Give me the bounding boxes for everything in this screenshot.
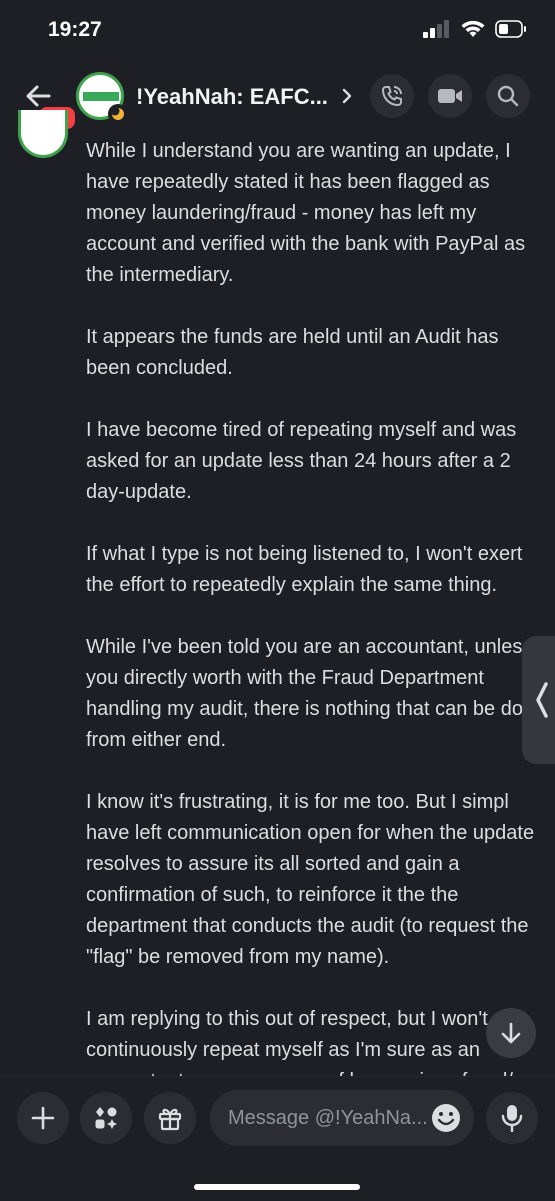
message-input-placeholder: Message @!YeahNa...	[228, 1107, 428, 1129]
message-paragraph: I have become tired of repeating myself …	[86, 419, 517, 503]
emoji-icon[interactable]	[430, 1102, 462, 1134]
chevron-right-icon[interactable]	[340, 84, 354, 108]
message-paragraph: While I've been told you are an accounta…	[86, 636, 546, 751]
video-call-button[interactable]	[428, 74, 472, 118]
message-composer: Message @!YeahNa...	[0, 1076, 555, 1201]
message-content: While I understand you are wanting an up…	[86, 136, 546, 1076]
status-time: 19:27	[48, 18, 102, 41]
idle-status-icon	[108, 104, 128, 124]
message-paragraph: If what I type is not being listened to,…	[86, 543, 523, 596]
signal-icon	[423, 20, 449, 38]
chevron-left-icon	[536, 682, 548, 718]
message-input[interactable]: Message @!YeahNa...	[210, 1090, 474, 1146]
call-button[interactable]	[370, 74, 414, 118]
drawer-handle[interactable]	[522, 636, 555, 764]
gift-icon	[158, 1108, 182, 1131]
add-attachment-button[interactable]	[17, 1092, 69, 1144]
home-indicator[interactable]	[194, 1184, 360, 1190]
message-paragraph: I know it's frustrating, it is for me to…	[86, 791, 535, 968]
battery-icon	[495, 20, 526, 38]
voice-message-button[interactable]	[486, 1092, 538, 1144]
message-paragraph: While I understand you are wanting an up…	[86, 140, 526, 286]
microphone-icon	[501, 1105, 523, 1132]
status-bar: 19:27	[0, 0, 555, 62]
phone-icon	[381, 86, 402, 107]
plus-icon	[31, 1106, 55, 1130]
message-paragraph: It appears the funds are held until an A…	[86, 326, 499, 379]
apps-button[interactable]	[80, 1092, 132, 1144]
channel-title[interactable]: !YeahNah: EAFC...	[136, 84, 328, 110]
chat-header: 99 !YeahNah: EAFC...	[0, 62, 555, 132]
message-author-avatar[interactable]	[18, 110, 68, 158]
wifi-icon	[461, 20, 485, 37]
scroll-to-bottom-button[interactable]	[486, 1008, 536, 1058]
search-button[interactable]	[486, 74, 530, 118]
arrow-down-icon	[501, 1022, 521, 1044]
status-icons	[423, 20, 527, 38]
message-paragraph: I am replying to this out of respect, bu…	[86, 1008, 513, 1076]
gift-button[interactable]	[144, 1092, 196, 1144]
avatar-logo	[83, 92, 119, 101]
search-icon	[497, 85, 519, 107]
video-camera-icon	[438, 89, 462, 103]
apps-icon	[95, 1107, 117, 1129]
